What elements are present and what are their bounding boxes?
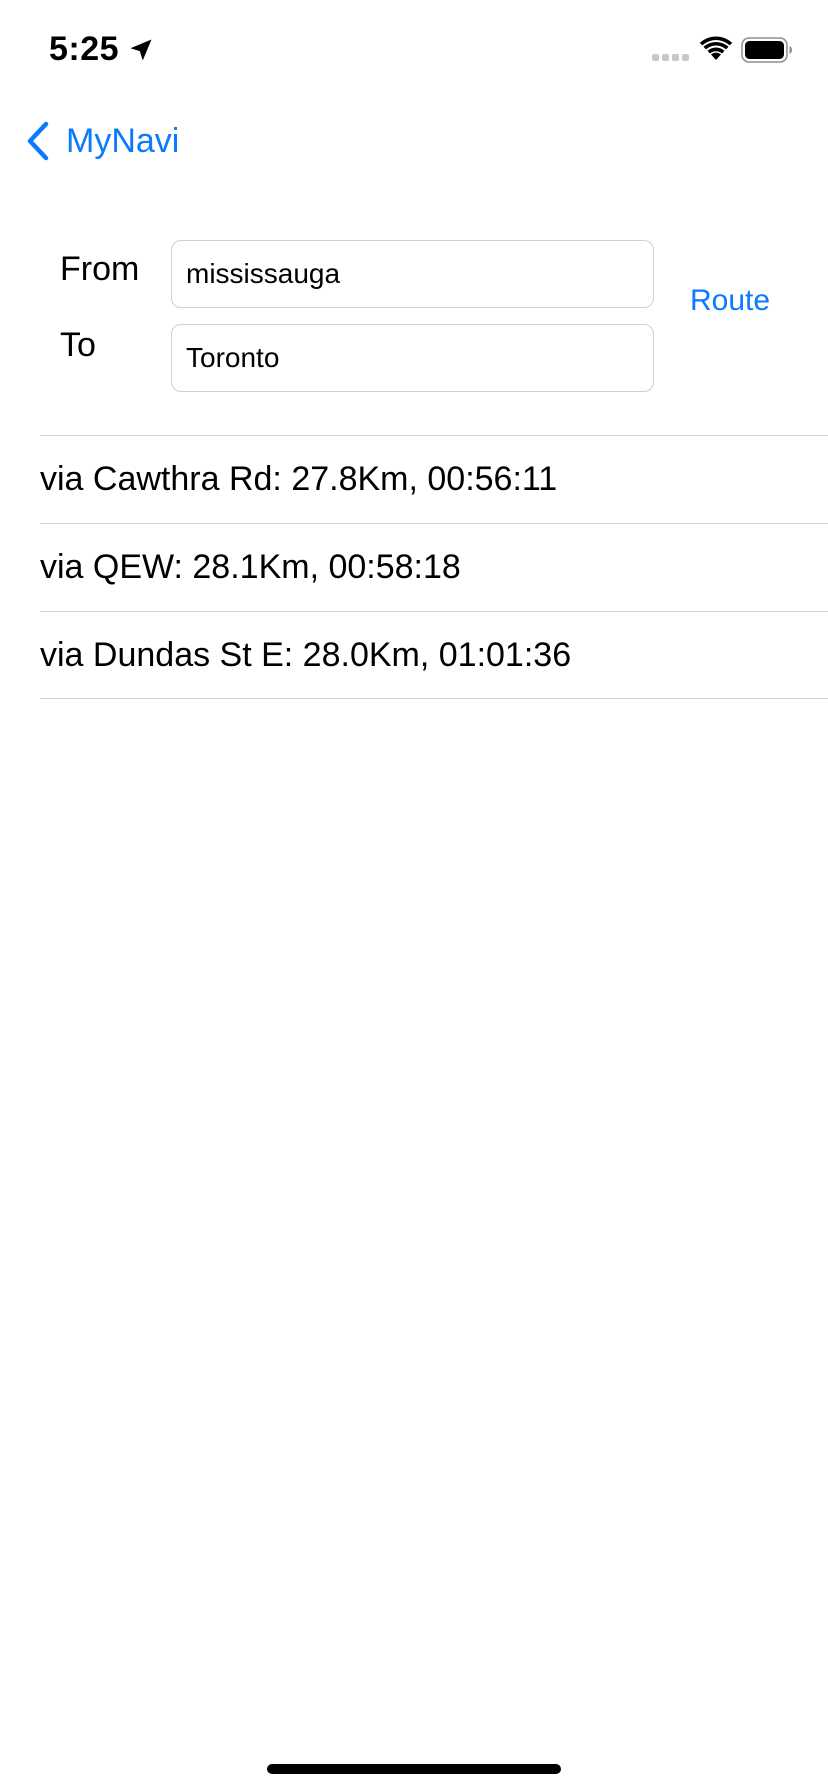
to-label: To (60, 326, 96, 364)
back-button[interactable]: MyNavi (24, 118, 179, 164)
from-label: From (60, 250, 140, 288)
route-button[interactable]: Route (690, 284, 770, 318)
route-row[interactable]: via QEW: 28.1Km, 00:58:18 (40, 523, 828, 611)
back-button-label: MyNavi (66, 121, 180, 160)
route-row[interactable]: via Dundas St E: 28.0Km, 01:01:36 (40, 611, 828, 699)
status-bar: 5:25 (0, 0, 828, 100)
location-arrow-icon (130, 39, 152, 61)
status-time: 5:25 (49, 30, 120, 68)
route-row[interactable]: via Cawthra Rd: 27.8Km, 00:56:11 (40, 435, 828, 523)
from-field[interactable] (171, 240, 654, 308)
route-list: via Cawthra Rd: 27.8Km, 00:56:11 via QEW… (40, 435, 828, 699)
cellular-signal-icon (652, 54, 689, 61)
screen: 5:25 MyNavi From To Rout (0, 0, 828, 1792)
to-field[interactable] (171, 324, 654, 392)
chevron-left-icon (27, 121, 49, 161)
battery-icon (741, 37, 792, 63)
home-indicator[interactable] (267, 1764, 561, 1774)
wifi-icon (699, 36, 733, 60)
